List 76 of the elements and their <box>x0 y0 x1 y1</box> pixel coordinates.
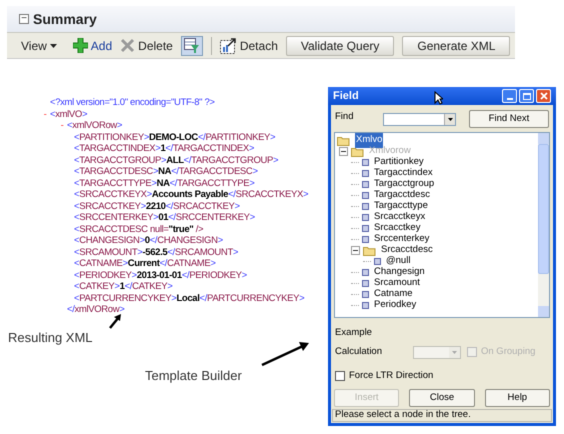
xml-line: <TARGACCTDESC>NA</TARGACCTDESC> <box>74 166 258 177</box>
node-icon <box>374 258 381 265</box>
xml-line: <PARTCURRENCYKEY>Local</PARTCURRENCYKEY> <box>74 292 304 304</box>
xml-line: <xmlVO> <box>50 108 88 120</box>
find-next-button[interactable]: Find Next <box>469 110 549 128</box>
find-dropdown[interactable] <box>383 112 456 126</box>
toolbar-button[interactable]: Generate XML <box>402 36 510 56</box>
scrollbar[interactable] <box>538 133 549 317</box>
arrow <box>108 313 124 330</box>
node-icon <box>362 236 369 243</box>
window-title: Field <box>333 88 359 104</box>
close-button[interactable] <box>536 89 551 103</box>
checkbox-label: Force LTR Direction <box>349 368 434 382</box>
node-icon <box>362 225 369 232</box>
node-icon <box>362 192 369 199</box>
xml-line: <SRCCENTERKEY>01</SRCCENTERKEY> <box>74 212 255 223</box>
callout-label: Template Builder <box>145 367 242 385</box>
xml-line: <SRCAMOUNT>-562.5</SRCAMOUNT> <box>74 246 238 258</box>
cross-icon <box>120 38 136 53</box>
plus-icon <box>72 38 88 53</box>
collapse-toggle[interactable]: - <box>57 120 67 132</box>
xml-line: <xmlVORow> <box>67 120 122 132</box>
node-icon <box>362 170 369 177</box>
collapse-toggle[interactable]: − <box>19 14 29 24</box>
xml-line: <TARGACCTTYPE>NA</TARGACCTTYPE> <box>74 178 254 188</box>
xml-line: <CHANGESIGN>0</CHANGESIGN> <box>74 235 223 246</box>
node-icon <box>362 291 369 298</box>
close-icon <box>540 92 548 100</box>
xml-line: <SRCACCTKEYX>Accounts Payable</SRCACCTKEYX> <box>74 189 308 200</box>
find-label: Find <box>335 110 354 124</box>
checkbox-label: On Grouping <box>481 345 536 360</box>
collapse-toggle[interactable]: - <box>40 108 50 120</box>
xml-line: <PERIODKEY>2013-01-01</PERIODKEY> <box>74 270 247 280</box>
caret-icon <box>50 44 57 48</box>
callout-label: Resulting XML <box>8 329 93 347</box>
caret-icon <box>452 350 457 354</box>
tree-item[interactable]: Xmlvo <box>355 133 384 148</box>
calculation-label: Calculation <box>335 345 383 360</box>
panel-title: Summary <box>33 10 97 29</box>
xml-line: <CATNAME>Current</CATNAME> <box>74 258 216 269</box>
xml-line: <SRCACCTDESC null="true" /> <box>74 224 204 234</box>
node-icon <box>362 280 369 287</box>
xml-line: <TARGACCTINDEX>1</TARGACCTINDEX> <box>74 143 254 154</box>
xml-line: <TARGACCTGROUP>ALL</TARGACCTGROUP> <box>74 154 278 166</box>
minimize-button[interactable] <box>502 89 517 103</box>
folder-icon <box>337 136 350 146</box>
node-icon <box>362 159 369 166</box>
xml-declaration: <?xml version="1.0" encoding="UTF-8" ?> <box>50 97 215 108</box>
mouse-pointer-icon <box>434 91 443 105</box>
checkbox[interactable] <box>335 370 345 381</box>
arrow <box>261 341 310 367</box>
node-icon <box>362 203 369 210</box>
filter-button[interactable] <box>180 36 203 56</box>
node-icon <box>362 181 369 188</box>
detach-icon <box>220 38 237 54</box>
node-icon <box>362 214 369 221</box>
dialog-button[interactable]: Close <box>409 388 475 407</box>
example-label: Example <box>334 326 373 340</box>
view-menu[interactable]: View <box>21 36 57 54</box>
xml-line: </xmlVORow> <box>67 304 124 315</box>
dialog-button[interactable]: Help <box>484 388 550 407</box>
node-icon <box>362 302 369 309</box>
add-link[interactable]: Add <box>72 36 112 54</box>
xml-line: <CATKEY>1</CATKEY> <box>74 281 172 292</box>
delete-link[interactable]: Delete <box>120 36 173 54</box>
status-text: Please select a node in the tree. <box>335 408 471 422</box>
node-icon <box>362 269 369 276</box>
folder-icon <box>351 146 364 156</box>
filter-icon <box>184 38 200 53</box>
folder-icon <box>363 246 376 256</box>
detach-link[interactable]: Detach <box>220 36 278 54</box>
toolbar-button[interactable]: Validate Query <box>286 36 394 56</box>
maximize-button[interactable] <box>519 89 534 103</box>
xml-line: <PARTITIONKEY>DEMO-LOC</PARTITIONKEY> <box>74 132 276 142</box>
caret-icon <box>448 118 452 120</box>
xml-line: <SRCACCTKEY>2210</SRCACCTKEY> <box>74 200 240 212</box>
